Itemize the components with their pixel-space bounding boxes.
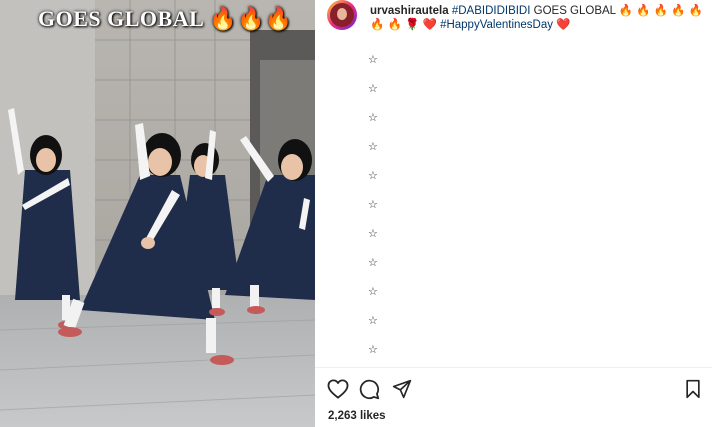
post-media-video[interactable]: GOES GLOBAL 🔥🔥🔥 bbox=[0, 0, 315, 427]
video-overlay-caption: GOES GLOBAL 🔥🔥🔥 bbox=[38, 6, 293, 31]
caption-star-lines: ☆ ☆ ☆ ☆ ☆ ☆ ☆ ☆ ☆ ☆ ☆ bbox=[368, 46, 378, 365]
avatar[interactable] bbox=[327, 0, 357, 30]
caption-text: GOES GLOBAL 🔥 🔥 🔥 🔥 🔥 bbox=[530, 5, 704, 17]
star-line: ☆ bbox=[368, 54, 378, 66]
star-line: ☆ bbox=[368, 141, 378, 153]
username-link[interactable]: urvashirautela bbox=[370, 5, 449, 17]
paper-plane-icon[interactable] bbox=[392, 379, 412, 404]
star-line: ☆ bbox=[368, 170, 378, 182]
video-frame bbox=[0, 0, 315, 427]
star-line: ☆ bbox=[368, 83, 378, 95]
bookmark-icon[interactable] bbox=[684, 379, 702, 404]
star-line: ☆ bbox=[368, 315, 378, 327]
post-caption: urvashirautela #DABIDIDIBIDI GOES GLOBAL… bbox=[370, 4, 705, 32]
star-line: ☆ bbox=[368, 112, 378, 124]
star-line: ☆ bbox=[368, 199, 378, 211]
post-side-panel: urvashirautela #DABIDIDIBIDI GOES GLOBAL… bbox=[315, 0, 712, 427]
divider bbox=[315, 367, 712, 368]
hashtag-link[interactable]: #DABIDIDIBIDI bbox=[452, 5, 531, 17]
likes-count[interactable]: 2,263 likes bbox=[328, 410, 386, 422]
heart-outline-icon[interactable] bbox=[327, 379, 349, 404]
star-line: ☆ bbox=[368, 228, 378, 240]
star-line: ☆ bbox=[368, 344, 378, 356]
star-line: ☆ bbox=[368, 257, 378, 269]
comment-bubble-icon[interactable] bbox=[359, 379, 380, 405]
hashtag-link[interactable]: #HappyValentinesDay bbox=[440, 19, 553, 31]
caption-end: ❤️ bbox=[553, 19, 571, 31]
post-actions-bar bbox=[315, 374, 712, 404]
caption-emojis: 🔥 🔥 🌹 ❤️ bbox=[370, 19, 441, 31]
star-line: ☆ bbox=[368, 286, 378, 298]
